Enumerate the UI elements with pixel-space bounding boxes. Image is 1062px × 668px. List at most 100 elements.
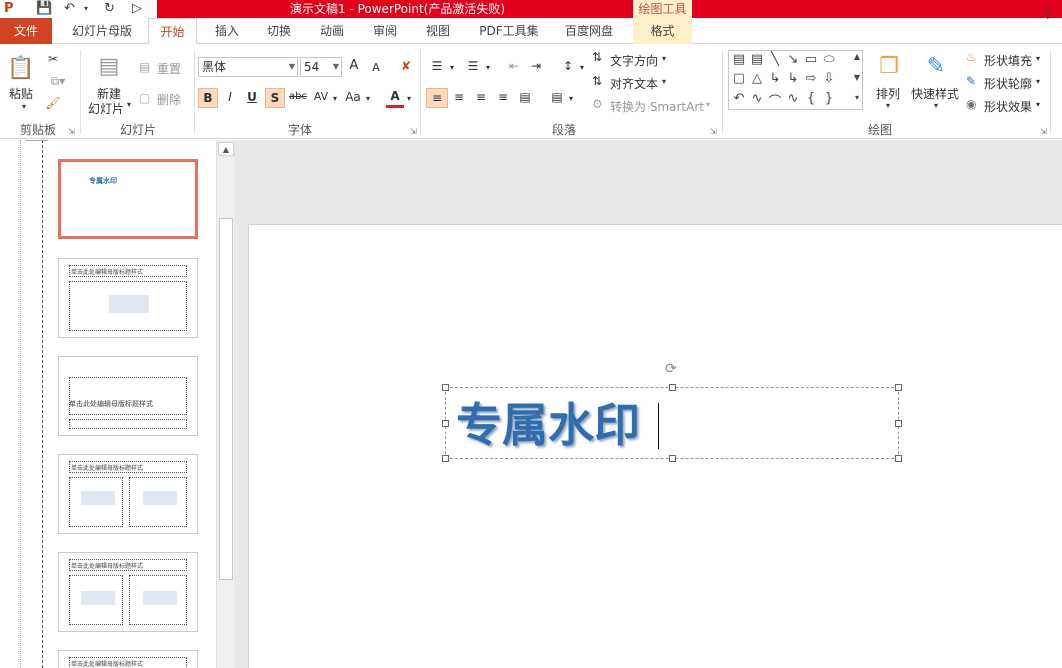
strikethrough-button[interactable]: abc xyxy=(287,88,309,108)
resize-handle-bottom[interactable] xyxy=(669,455,676,462)
tab-home[interactable]: 开始 xyxy=(148,18,197,45)
reset-icon[interactable]: ▤ xyxy=(139,60,150,74)
thumbnail-slide-6[interactable]: 单击此处编辑母版标题样式 xyxy=(58,650,198,668)
watermark-text[interactable]: 专属水印 xyxy=(456,398,640,452)
cut-icon[interactable]: ✂ xyxy=(44,50,62,70)
tab-pdf-tools[interactable]: PDF工具集 xyxy=(472,18,546,44)
chevron-down-icon[interactable]: ▾ xyxy=(662,54,666,63)
scrollbar-thumb[interactable] xyxy=(219,218,233,580)
tab-transitions[interactable]: 切换 xyxy=(259,18,299,44)
oval-icon[interactable]: ⬭ xyxy=(821,52,837,67)
vertical-text-box-icon[interactable]: ▤ xyxy=(749,52,765,67)
start-slideshow-icon[interactable]: ▷ xyxy=(132,1,142,17)
text-direction-button[interactable]: 文字方向 xyxy=(610,52,658,69)
right-arrow-icon[interactable]: ⇨ xyxy=(803,71,819,86)
align-text-icon[interactable]: ⇅ xyxy=(592,74,602,88)
slide-canvas[interactable]: ⟳ 专属水印 xyxy=(248,224,1062,668)
chevron-down-icon[interactable]: ▾ xyxy=(567,90,575,110)
shape-effects-button[interactable]: 形状效果 xyxy=(984,98,1032,115)
tab-view[interactable]: 视图 xyxy=(418,18,458,44)
watermark-text-box[interactable]: 专属水印 xyxy=(442,384,902,462)
chevron-down-icon[interactable]: ▾ xyxy=(662,77,666,86)
columns-icon[interactable]: ▤ xyxy=(548,88,566,108)
arrange-icon[interactable]: ❐ xyxy=(874,52,904,82)
align-right-icon[interactable]: ≡ xyxy=(472,88,490,108)
chevron-down-icon[interactable]: ▾ xyxy=(1036,54,1040,63)
format-painter-icon[interactable]: 🖌 xyxy=(44,94,62,114)
chevron-down-icon[interactable]: ▾ xyxy=(364,90,372,110)
paste-icon[interactable]: 📋 xyxy=(6,54,36,84)
text-shadow-button[interactable]: S xyxy=(265,88,285,108)
elbow-connector-icon[interactable]: ↳ xyxy=(767,71,783,86)
thumbnail-slide-2[interactable]: 单击此处编辑母版标题样式 xyxy=(58,258,198,338)
resize-handle-right[interactable] xyxy=(895,420,902,427)
new-slide-label-2[interactable]: 幻灯片 xyxy=(88,100,124,117)
chevron-down-icon[interactable]: ▾ xyxy=(1036,77,1040,86)
reset-button[interactable]: 重置 xyxy=(157,60,181,77)
save-icon[interactable]: 💾 xyxy=(36,1,52,17)
chevron-down-icon[interactable]: ▾ xyxy=(706,100,710,109)
copy-icon[interactable]: ⧉▾ xyxy=(44,72,72,92)
bold-button[interactable]: B xyxy=(198,88,218,108)
grow-font-button[interactable]: A xyxy=(346,57,362,77)
down-arrow-icon[interactable]: ⇩ xyxy=(821,71,837,86)
distributed-icon[interactable]: ▤ xyxy=(516,88,534,108)
triangle-icon[interactable]: △ xyxy=(749,71,765,86)
thumbnail-slide-1[interactable]: 专属水印 xyxy=(58,159,198,239)
paste-dropdown-icon[interactable]: ▾ xyxy=(22,102,26,111)
decrease-indent-icon[interactable]: ⇤ xyxy=(505,57,523,77)
thumbnails-scrollbar[interactable]: ▲ xyxy=(216,140,234,668)
right-brace-icon[interactable]: } xyxy=(821,91,837,106)
font-launcher-icon[interactable]: ⇲ xyxy=(410,127,417,136)
shapes-gallery[interactable]: ▤ ▤ ╲ ↘ ▭ ⬭ ▢ △ ↳ ↳ ⇨ ⇩ ↶ ∿ ⌒ ∿ { } ▲ ▼ … xyxy=(728,50,863,110)
change-case-button[interactable]: Aa xyxy=(343,88,363,108)
scroll-up-icon[interactable]: ▲ xyxy=(218,142,234,156)
gallery-more-icon[interactable]: ▾ xyxy=(849,93,865,102)
font-color-button[interactable]: A xyxy=(386,88,404,108)
chevron-down-icon[interactable]: ▾ xyxy=(886,101,890,110)
quick-styles-button[interactable]: 快速样式 xyxy=(911,85,959,102)
character-spacing-button[interactable]: AV xyxy=(311,88,331,108)
new-slide-icon[interactable]: ▤ xyxy=(94,52,124,82)
tab-insert[interactable]: 插入 xyxy=(207,18,247,44)
rotate-handle-icon[interactable]: ⟳ xyxy=(665,361,677,377)
paragraph-launcher-icon[interactable]: ⇲ xyxy=(710,127,717,136)
delete-icon[interactable]: ▢ xyxy=(139,91,150,105)
increase-indent-icon[interactable]: ⇥ xyxy=(527,57,545,77)
resize-handle-bottom-left[interactable] xyxy=(442,455,449,462)
tab-baidu-disk[interactable]: 百度网盘 xyxy=(556,18,622,44)
chevron-down-icon[interactable]: ▾ xyxy=(934,101,938,110)
resize-handle-bottom-right[interactable] xyxy=(895,455,902,462)
shrink-font-button[interactable]: A xyxy=(368,59,384,79)
quick-styles-icon[interactable]: ✎ xyxy=(920,52,952,82)
underline-button[interactable]: U xyxy=(243,88,261,108)
rounded-rectangle-icon[interactable]: ▢ xyxy=(731,71,747,86)
line-spacing-icon[interactable]: ↕ xyxy=(559,57,577,77)
paste-button-label[interactable]: 粘贴 xyxy=(9,85,33,102)
undo-dropdown-icon[interactable]: ▾ xyxy=(84,1,88,17)
arc-icon[interactable]: ⌒ xyxy=(767,91,783,110)
chevron-down-icon[interactable]: ▾ xyxy=(405,90,413,110)
convert-smartart-button[interactable]: 转换为 SmartArt xyxy=(610,98,704,115)
shape-fill-button[interactable]: 形状填充 xyxy=(984,52,1032,69)
shape-fill-icon[interactable]: ♨ xyxy=(966,50,977,64)
italic-button[interactable]: I xyxy=(221,88,239,108)
delete-button[interactable]: 删除 xyxy=(157,91,181,108)
resize-handle-left[interactable] xyxy=(442,420,449,427)
numbering-icon[interactable]: ☰ xyxy=(464,57,482,77)
redo-icon[interactable]: ↻ xyxy=(104,1,115,17)
clipboard-launcher-icon[interactable]: ⇲ xyxy=(68,127,75,136)
chevron-down-icon[interactable]: ▾ xyxy=(1036,100,1040,109)
undo-icon[interactable]: ↶ xyxy=(64,1,75,17)
powerpoint-icon[interactable]: P xyxy=(4,1,14,17)
line-icon[interactable]: ╲ xyxy=(767,52,783,67)
smartart-icon[interactable]: ⚙ xyxy=(592,97,603,111)
shape-effects-icon[interactable]: ◉ xyxy=(966,97,976,111)
thumbnail-slide-4[interactable]: 单击此处编辑母版标题样式 xyxy=(58,454,198,534)
shape-outline-icon[interactable]: ✎ xyxy=(966,74,976,88)
thumbnail-slide-5[interactable]: 单击此处编辑母版标题样式 xyxy=(58,552,198,632)
gallery-down-icon[interactable]: ▼ xyxy=(849,73,865,82)
chevron-down-icon[interactable]: ▾ xyxy=(484,59,492,79)
tab-file[interactable]: 文件 xyxy=(0,18,52,44)
arrange-button[interactable]: 排列 xyxy=(876,85,900,102)
